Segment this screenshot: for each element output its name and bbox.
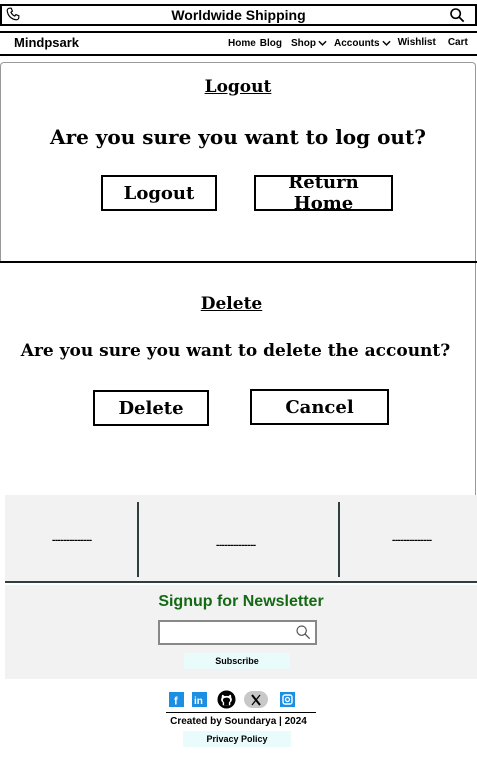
credit-text: Created by Soundarya | 2024 xyxy=(170,716,307,727)
nav-cart[interactable]: Cart xyxy=(448,36,468,49)
logout-question: Are you sure you want to log out? xyxy=(50,125,426,149)
footer-columns: -------------- -------------- ----------… xyxy=(5,495,477,583)
phone-icon[interactable] xyxy=(6,7,20,26)
nav-blog[interactable]: Blog xyxy=(260,38,282,49)
return-home-button[interactable]: Return Home xyxy=(254,172,393,214)
main-nav: Mindpsark Home Blog Shop Accounts Wishli… xyxy=(0,31,477,56)
credit-divider xyxy=(166,712,316,713)
shipping-bar: Worldwide Shipping xyxy=(0,4,477,26)
delete-panel: Delete Are you sure you want to delete t… xyxy=(0,263,476,495)
subscribe-button[interactable]: Subscribe xyxy=(184,653,290,669)
social-links: f in xyxy=(169,690,299,710)
svg-text:in: in xyxy=(194,696,203,707)
search-icon[interactable] xyxy=(295,624,311,645)
github-icon[interactable] xyxy=(217,690,236,709)
newsletter-email-input[interactable] xyxy=(158,620,317,645)
linkedin-icon[interactable]: in xyxy=(192,692,207,707)
nav-wishlist[interactable]: Wishlist xyxy=(398,36,436,49)
footer-column-1: -------------- xyxy=(52,535,92,546)
logout-heading: Logout xyxy=(204,77,272,97)
nav-links: Home Blog Shop Accounts Wishlist Cart xyxy=(228,36,468,49)
logout-panel: Logout Are you sure you want to log out?… xyxy=(0,62,476,262)
newsletter-title: Signup for Newsletter xyxy=(158,593,324,610)
newsletter-section: Signup for Newsletter Subscribe xyxy=(5,585,477,679)
delete-question: Are you sure you want to delete the acco… xyxy=(20,341,451,361)
shipping-text: Worldwide Shipping xyxy=(171,7,306,23)
nav-shop-label: Shop xyxy=(291,38,317,49)
nav-accounts[interactable]: Accounts xyxy=(334,38,391,49)
cancel-button[interactable]: Cancel xyxy=(250,389,389,425)
x-icon[interactable] xyxy=(244,691,268,708)
nav-home[interactable]: Home xyxy=(228,38,256,49)
delete-heading: Delete xyxy=(200,294,263,314)
search-icon[interactable] xyxy=(449,7,465,28)
column-divider xyxy=(137,502,139,577)
nav-shop[interactable]: Shop xyxy=(291,38,327,49)
logout-button[interactable]: Logout xyxy=(101,175,217,211)
facebook-icon[interactable]: f xyxy=(169,692,184,707)
nav-accounts-label: Accounts xyxy=(334,38,380,49)
footer-column-3: -------------- xyxy=(392,535,432,546)
brand-logo[interactable]: Mindpsark xyxy=(14,35,79,50)
delete-button[interactable]: Delete xyxy=(93,390,209,426)
column-divider xyxy=(338,502,340,577)
chevron-down-icon xyxy=(318,40,327,46)
privacy-policy-link[interactable]: Privacy Policy xyxy=(183,731,291,747)
chevron-down-icon xyxy=(381,40,391,46)
instagram-icon[interactable] xyxy=(280,692,295,707)
footer-column-2: -------------- xyxy=(216,540,256,551)
svg-text:f: f xyxy=(174,696,178,708)
